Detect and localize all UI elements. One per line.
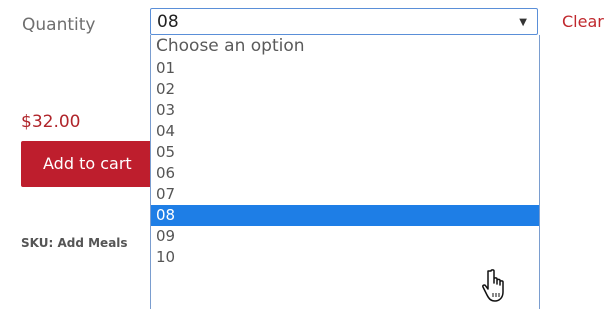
dropdown-option-placeholder[interactable]: Choose an option	[151, 35, 539, 58]
dropdown-option[interactable]: 09	[151, 226, 539, 247]
product-price: $32.00	[21, 112, 81, 132]
dropdown-option[interactable]: 10	[151, 247, 539, 268]
dropdown-option[interactable]: 01	[151, 58, 539, 79]
dropdown-option[interactable]: 06	[151, 163, 539, 184]
dropdown-option[interactable]: 05	[151, 142, 539, 163]
sku-label: SKU:	[21, 236, 54, 250]
hand-pointer-icon	[482, 269, 504, 302]
sku-value: Add Meals	[57, 236, 128, 250]
sku-line: SKU: Add Meals	[21, 236, 128, 250]
chevron-down-icon[interactable]: ▼	[519, 17, 527, 28]
product-variation-page: Quantity 08 ▼ Clear $32.00 Add to cart S…	[0, 0, 612, 309]
clear-link[interactable]: Clear	[562, 12, 604, 31]
quantity-select[interactable]: 08 ▼	[150, 8, 538, 35]
add-to-cart-button[interactable]: Add to cart	[21, 141, 161, 187]
dropdown-option-selected[interactable]: 08	[151, 205, 539, 226]
dropdown-option[interactable]: 02	[151, 79, 539, 100]
dropdown-option[interactable]: 04	[151, 121, 539, 142]
dropdown-option[interactable]: 03	[151, 100, 539, 121]
dropdown-option[interactable]: 07	[151, 184, 539, 205]
quantity-select-value: 08	[157, 12, 179, 32]
quantity-label: Quantity	[22, 15, 96, 35]
